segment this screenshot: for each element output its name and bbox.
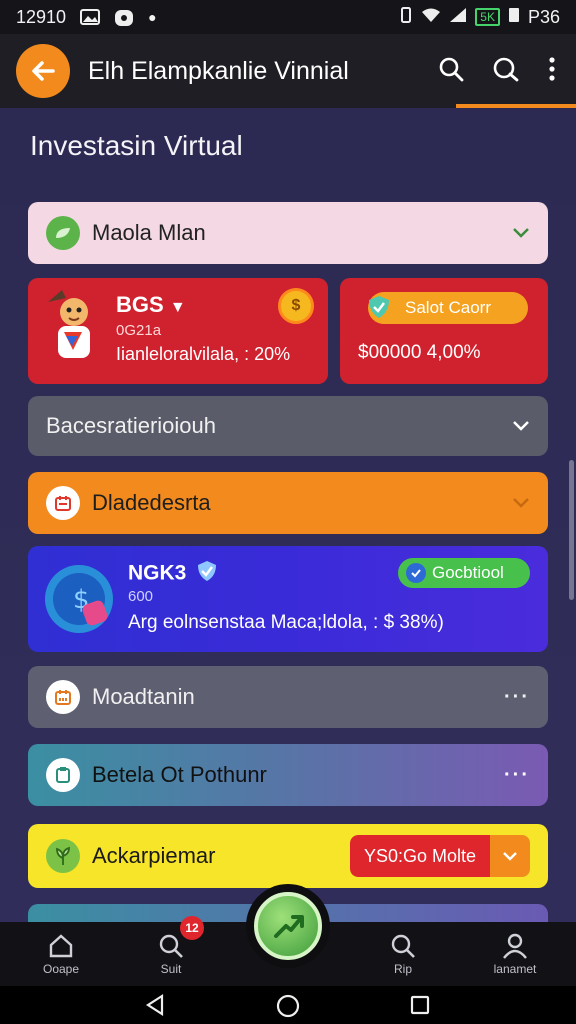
gallery-icon [80, 9, 101, 25]
caret-down-icon: ▼ [169, 299, 186, 316]
more-options-button[interactable] [548, 56, 556, 87]
system-home-button[interactable] [276, 994, 300, 1023]
chevron-down-icon [490, 835, 530, 877]
search-alt-button[interactable] [492, 56, 520, 87]
home-icon [49, 934, 73, 958]
list-item-label: Moadtanin [92, 684, 195, 709]
signal-icon [449, 7, 467, 28]
featured-title: NGK3 [128, 560, 218, 588]
triangle-back-icon [145, 993, 164, 1017]
status-bar: 12910 ● 5K P36 [0, 0, 576, 34]
wifi-icon [421, 7, 441, 28]
featured-investment-card[interactable]: $ NGK3 600 Arg eolnsenstaa Maca;ldola, :… [28, 546, 548, 652]
nav-profile[interactable]: lanamet [470, 932, 560, 976]
coin-icon: $ [278, 288, 314, 324]
price-action-pill[interactable]: YS0:Go Molte [349, 835, 530, 877]
vibrate-icon [399, 6, 413, 28]
app-bar: Elh Elampkanlie Vinnial [0, 34, 576, 108]
system-back-button[interactable] [144, 993, 166, 1021]
search-icon [439, 57, 464, 81]
status-time: 12910 [16, 6, 67, 27]
square-recents-icon [410, 995, 430, 1015]
chat-search-icon [493, 57, 519, 81]
back-button[interactable] [16, 44, 70, 98]
arrow-left-icon [32, 61, 55, 81]
list-item-label: Betela Ot Pothunr [92, 762, 267, 787]
featured-desc: Arg eolnsenstaa Maca;ldola, : $ 38%) [128, 612, 444, 633]
trend-up-icon [254, 892, 322, 960]
search-icon [391, 934, 415, 958]
list-item-label: Maola Mlan [92, 220, 206, 245]
mascot-icon [48, 290, 90, 358]
app-icon [114, 9, 134, 26]
list-item-betela[interactable]: Betela Ot Pothunr ··· [28, 744, 548, 806]
list-item-label: Dladedesrta [92, 490, 211, 515]
check-circle-icon [406, 563, 426, 583]
person-icon [503, 933, 527, 959]
coin-stack-icon: $ [45, 565, 113, 633]
trade-fab-button[interactable] [246, 884, 330, 968]
sd-icon [508, 7, 520, 28]
leaf-icon [46, 216, 80, 250]
plant-icon [46, 839, 80, 873]
featured-subtitle: 600 [128, 588, 154, 605]
verified-badge-icon [196, 560, 218, 588]
notification-badge: 12 [180, 916, 204, 940]
calendar-orange-icon [46, 680, 80, 714]
verified-shield-icon [366, 294, 392, 325]
chevron-down-icon [513, 421, 529, 431]
list-item-dladedesrta[interactable]: Dladedesrta [28, 472, 548, 534]
investment-card-salot[interactable]: Salot Caorr $00000 4,00% [340, 278, 548, 384]
calendar-icon [46, 486, 80, 520]
more-horizontal-icon[interactable]: ··· [504, 764, 530, 787]
search-icon [159, 934, 183, 958]
main-content: Investasin Virtual Maola Mlan BGS ▼ 0G21… [0, 108, 576, 922]
nav-tip[interactable]: Rip [358, 932, 448, 976]
chevron-down-icon [513, 498, 529, 508]
chevron-down-icon [513, 228, 529, 238]
scrollbar[interactable] [569, 460, 574, 600]
card-title: BGS ▼ [116, 292, 186, 317]
list-item-moadtanin[interactable]: Moadtanin ··· [28, 666, 548, 728]
card-value: $00000 4,00% [358, 342, 481, 363]
list-item-maola[interactable]: Maola Mlan [28, 202, 548, 264]
notification-dot-icon: ● [148, 9, 157, 25]
investment-card-bgs[interactable]: BGS ▼ 0G21a Iianleloralvilala, : 20% $ [28, 278, 328, 384]
card-subtitle: 0G21a [116, 322, 162, 339]
salot-pill[interactable]: Salot Caorr [368, 292, 528, 324]
nav-search[interactable]: Suit [126, 932, 216, 976]
system-navigation-bar [0, 986, 576, 1024]
app-title: Elh Elampkanlie Vinnial [88, 56, 349, 85]
more-horizontal-icon[interactable]: ··· [504, 686, 530, 709]
list-item-ackarpiemar[interactable]: Ackarpiemar YS0:Go Molte [28, 824, 548, 888]
list-item-label: Ackarpiemar [92, 843, 216, 868]
clipboard-icon [46, 758, 80, 792]
system-recents-button[interactable] [410, 995, 430, 1020]
more-vertical-icon [549, 56, 555, 81]
status-right-text: P36 [527, 6, 560, 27]
circle-home-icon [276, 994, 300, 1018]
search-button[interactable] [438, 56, 464, 87]
list-item-bacesrat[interactable]: Bacesratierioiouh [28, 396, 548, 456]
list-item-label: Bacesratierioiouh [46, 413, 216, 438]
featured-status-pill[interactable]: Gocbtiool [398, 558, 530, 588]
section-title: Investasin Virtual [30, 130, 243, 161]
battery-icon: 5K [475, 8, 500, 26]
nav-home[interactable]: Ooape [16, 932, 106, 976]
card-stat: Iianleloralvilala, : 20% [116, 344, 291, 364]
